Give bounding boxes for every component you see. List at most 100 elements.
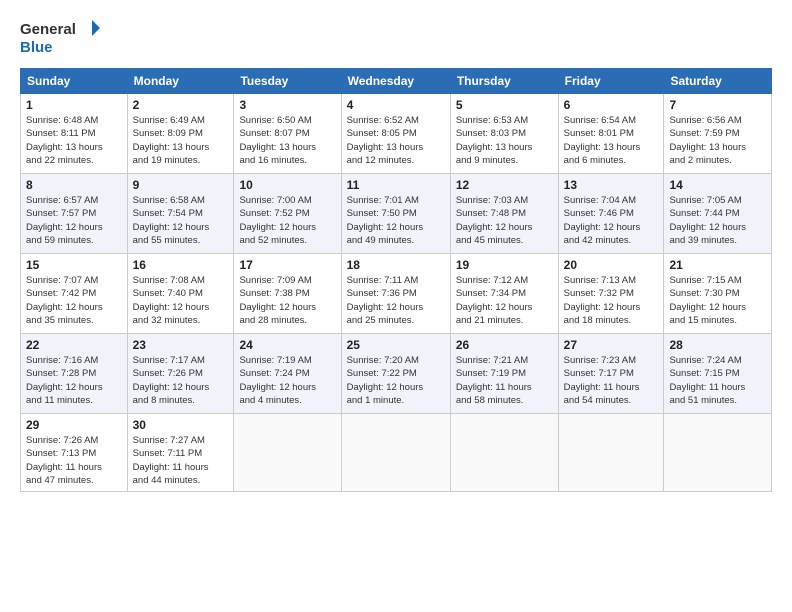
day-cell: 19 Sunrise: 7:12 AM Sunset: 7:34 PM Dayli… <box>450 254 558 334</box>
day-cell: 4 Sunrise: 6:52 AM Sunset: 8:05 PM Daylig… <box>341 94 450 174</box>
day-cell: 26 Sunrise: 7:21 AM Sunset: 7:19 PM Dayli… <box>450 334 558 414</box>
day-cell: 14 Sunrise: 7:05 AM Sunset: 7:44 PM Dayli… <box>664 174 772 254</box>
svg-text:General: General <box>20 21 76 38</box>
day-cell <box>234 414 341 492</box>
day-cell: 9 Sunrise: 6:58 AM Sunset: 7:54 PM Daylig… <box>127 174 234 254</box>
day-cell <box>450 414 558 492</box>
day-number: 15 <box>26 258 122 272</box>
day-cell: 7 Sunrise: 6:56 AM Sunset: 7:59 PM Daylig… <box>664 94 772 174</box>
day-cell: 24Sunrise: 7:19 AM Sunset: 7:24 PM Dayli… <box>234 334 341 414</box>
day-cell: 23 Sunrise: 7:17 AM Sunset: 7:26 PM Dayli… <box>127 334 234 414</box>
day-cell <box>558 414 664 492</box>
day-number: 11 <box>347 178 445 192</box>
day-cell: 18Sunrise: 7:11 AM Sunset: 7:36 PM Dayli… <box>341 254 450 334</box>
week-row-4: 22 Sunrise: 7:16 AM Sunset: 7:28 PM Dayli… <box>21 334 772 414</box>
day-info: Sunrise: 7:00 AM Sunset: 7:52 PM Dayligh… <box>239 194 335 247</box>
day-number: 24 <box>239 338 335 352</box>
day-number: 6 <box>564 98 659 112</box>
day-cell: 22 Sunrise: 7:16 AM Sunset: 7:28 PM Dayli… <box>21 334 128 414</box>
day-cell <box>664 414 772 492</box>
day-cell: 15 Sunrise: 7:07 AM Sunset: 7:42 PM Dayli… <box>21 254 128 334</box>
logo: General Blue <box>20 16 100 58</box>
day-info: Sunrise: 7:01 AM Sunset: 7:50 PM Dayligh… <box>347 194 445 247</box>
day-info: Sunrise: 6:56 AM Sunset: 7:59 PM Dayligh… <box>669 114 766 167</box>
week-row-2: 8 Sunrise: 6:57 AM Sunset: 7:57 PM Daylig… <box>21 174 772 254</box>
day-info: Sunrise: 7:20 AM Sunset: 7:22 PM Dayligh… <box>347 354 445 407</box>
day-info: Sunrise: 7:03 AM Sunset: 7:48 PM Dayligh… <box>456 194 553 247</box>
day-number: 16 <box>133 258 229 272</box>
col-header-friday: Friday <box>558 69 664 94</box>
day-info: Sunrise: 7:07 AM Sunset: 7:42 PM Dayligh… <box>26 274 122 327</box>
day-info: Sunrise: 6:53 AM Sunset: 8:03 PM Dayligh… <box>456 114 553 167</box>
day-info: Sunrise: 7:15 AM Sunset: 7:30 PM Dayligh… <box>669 274 766 327</box>
day-info: Sunrise: 6:58 AM Sunset: 7:54 PM Dayligh… <box>133 194 229 247</box>
day-cell: 30Sunrise: 7:27 AM Sunset: 7:11 PM Dayli… <box>127 414 234 492</box>
day-cell: 10 Sunrise: 7:00 AM Sunset: 7:52 PM Dayli… <box>234 174 341 254</box>
day-number: 27 <box>564 338 659 352</box>
day-number: 30 <box>133 418 229 432</box>
day-cell: 29 Sunrise: 7:26 AM Sunset: 7:13 PM Dayli… <box>21 414 128 492</box>
day-number: 4 <box>347 98 445 112</box>
day-info: Sunrise: 7:05 AM Sunset: 7:44 PM Dayligh… <box>669 194 766 247</box>
day-info: Sunrise: 6:54 AM Sunset: 8:01 PM Dayligh… <box>564 114 659 167</box>
calendar-table: SundayMondayTuesdayWednesdayThursdayFrid… <box>20 68 772 492</box>
day-info: Sunrise: 6:49 AM Sunset: 8:09 PM Dayligh… <box>133 114 229 167</box>
day-cell: 6 Sunrise: 6:54 AM Sunset: 8:01 PM Daylig… <box>558 94 664 174</box>
day-number: 3 <box>239 98 335 112</box>
day-number: 26 <box>456 338 553 352</box>
day-info: Sunrise: 7:21 AM Sunset: 7:19 PM Dayligh… <box>456 354 553 407</box>
day-cell: 28 Sunrise: 7:24 AM Sunset: 7:15 PM Dayli… <box>664 334 772 414</box>
day-cell: 12 Sunrise: 7:03 AM Sunset: 7:48 PM Dayli… <box>450 174 558 254</box>
day-number: 2 <box>133 98 229 112</box>
col-header-tuesday: Tuesday <box>234 69 341 94</box>
col-header-sunday: Sunday <box>21 69 128 94</box>
day-cell: 20Sunrise: 7:13 AM Sunset: 7:32 PM Dayli… <box>558 254 664 334</box>
day-cell: 2 Sunrise: 6:49 AM Sunset: 8:09 PM Daylig… <box>127 94 234 174</box>
day-number: 14 <box>669 178 766 192</box>
day-info: Sunrise: 6:52 AM Sunset: 8:05 PM Dayligh… <box>347 114 445 167</box>
day-info: Sunrise: 7:26 AM Sunset: 7:13 PM Dayligh… <box>26 434 122 487</box>
col-header-wednesday: Wednesday <box>341 69 450 94</box>
day-info: Sunrise: 7:17 AM Sunset: 7:26 PM Dayligh… <box>133 354 229 407</box>
day-info: Sunrise: 7:12 AM Sunset: 7:34 PM Dayligh… <box>456 274 553 327</box>
col-header-monday: Monday <box>127 69 234 94</box>
day-number: 12 <box>456 178 553 192</box>
svg-text:Blue: Blue <box>20 39 53 56</box>
day-cell: 27 Sunrise: 7:23 AM Sunset: 7:17 PM Dayli… <box>558 334 664 414</box>
header-row: SundayMondayTuesdayWednesdayThursdayFrid… <box>21 69 772 94</box>
day-number: 19 <box>456 258 553 272</box>
day-number: 9 <box>133 178 229 192</box>
day-cell: 1 Sunrise: 6:48 AM Sunset: 8:11 PM Daylig… <box>21 94 128 174</box>
day-info: Sunrise: 7:16 AM Sunset: 7:28 PM Dayligh… <box>26 354 122 407</box>
day-number: 29 <box>26 418 122 432</box>
day-info: Sunrise: 7:09 AM Sunset: 7:38 PM Dayligh… <box>239 274 335 327</box>
day-cell: 8 Sunrise: 6:57 AM Sunset: 7:57 PM Daylig… <box>21 174 128 254</box>
day-info: Sunrise: 7:24 AM Sunset: 7:15 PM Dayligh… <box>669 354 766 407</box>
day-number: 28 <box>669 338 766 352</box>
day-number: 22 <box>26 338 122 352</box>
day-cell <box>341 414 450 492</box>
day-info: Sunrise: 7:04 AM Sunset: 7:46 PM Dayligh… <box>564 194 659 247</box>
logo-svg: General Blue <box>20 16 100 58</box>
day-cell: 3Sunrise: 6:50 AM Sunset: 8:07 PM Daylig… <box>234 94 341 174</box>
day-info: Sunrise: 6:57 AM Sunset: 7:57 PM Dayligh… <box>26 194 122 247</box>
day-number: 23 <box>133 338 229 352</box>
week-row-1: 1 Sunrise: 6:48 AM Sunset: 8:11 PM Daylig… <box>21 94 772 174</box>
day-number: 5 <box>456 98 553 112</box>
day-info: Sunrise: 7:08 AM Sunset: 7:40 PM Dayligh… <box>133 274 229 327</box>
day-info: Sunrise: 7:23 AM Sunset: 7:17 PM Dayligh… <box>564 354 659 407</box>
day-info: Sunrise: 7:11 AM Sunset: 7:36 PM Dayligh… <box>347 274 445 327</box>
day-cell: 16 Sunrise: 7:08 AM Sunset: 7:40 PM Dayli… <box>127 254 234 334</box>
col-header-thursday: Thursday <box>450 69 558 94</box>
day-number: 1 <box>26 98 122 112</box>
day-number: 7 <box>669 98 766 112</box>
week-row-5: 29 Sunrise: 7:26 AM Sunset: 7:13 PM Dayli… <box>21 414 772 492</box>
day-cell: 13Sunrise: 7:04 AM Sunset: 7:46 PM Dayli… <box>558 174 664 254</box>
day-number: 17 <box>239 258 335 272</box>
day-number: 10 <box>239 178 335 192</box>
day-info: Sunrise: 6:48 AM Sunset: 8:11 PM Dayligh… <box>26 114 122 167</box>
day-cell: 17 Sunrise: 7:09 AM Sunset: 7:38 PM Dayli… <box>234 254 341 334</box>
day-number: 8 <box>26 178 122 192</box>
day-number: 21 <box>669 258 766 272</box>
day-cell: 5 Sunrise: 6:53 AM Sunset: 8:03 PM Daylig… <box>450 94 558 174</box>
